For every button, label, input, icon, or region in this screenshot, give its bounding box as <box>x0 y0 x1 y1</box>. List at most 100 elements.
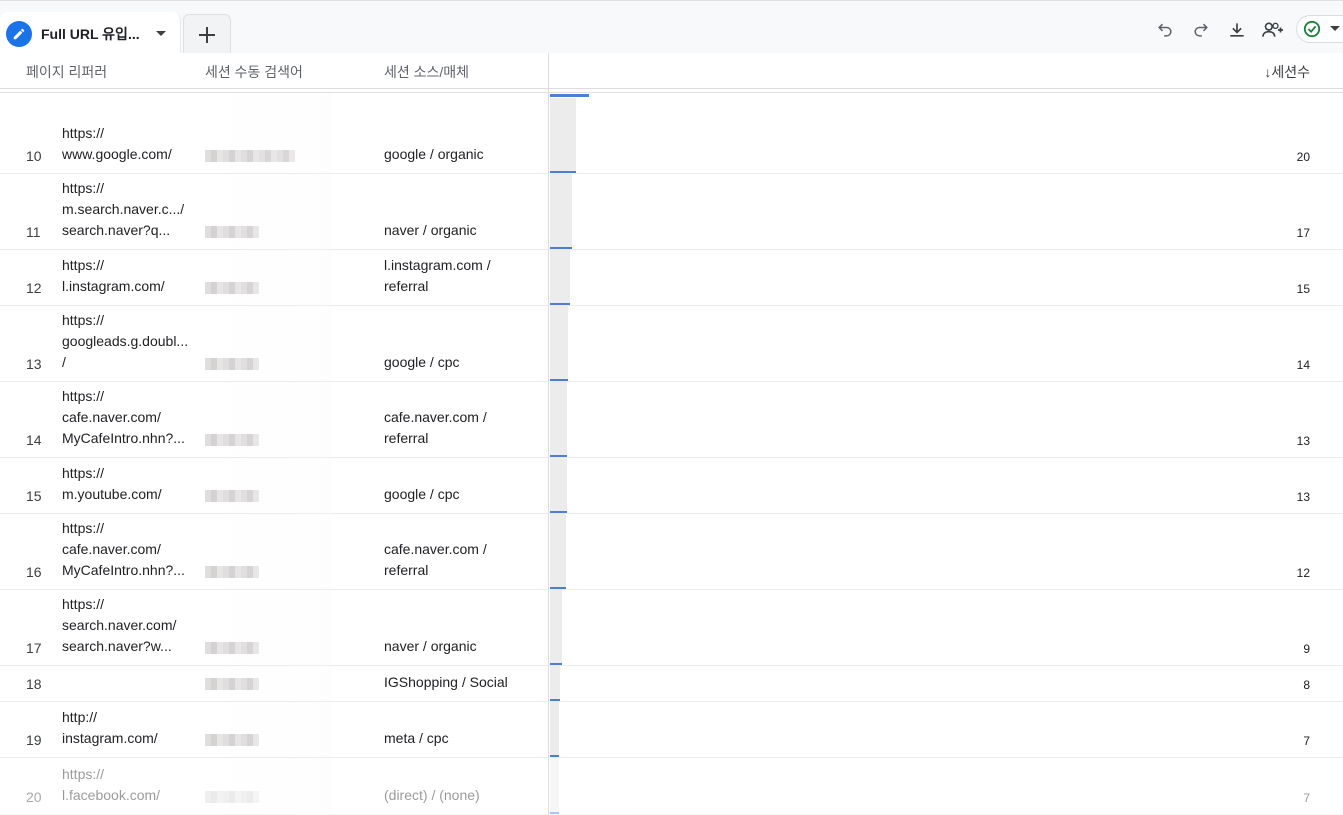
source-medium-line: google / organic <box>384 146 484 162</box>
page-referrer-cell[interactable]: https:// m.youtube.com/ <box>62 463 162 505</box>
row-number: 20 <box>26 789 42 805</box>
source-medium-line: google / cpc <box>384 486 460 502</box>
page-referrer-cell[interactable]: https:// googleads.g.doubl... / <box>62 310 188 373</box>
page-referrer-cell[interactable]: http:// instagram.com/ <box>62 707 158 749</box>
source-medium-cell[interactable]: l.instagram.com / referral <box>384 255 491 297</box>
row-number: 13 <box>26 356 42 372</box>
sessions-bar <box>550 174 572 248</box>
row-number: 18 <box>26 676 42 692</box>
column-page-referrer[interactable]: 페이지 리퍼러 <box>26 62 107 82</box>
sessions-bar <box>550 514 566 588</box>
sessions-value: 17 <box>1296 226 1310 240</box>
referrer-url-line: search.naver.com/ <box>62 617 177 633</box>
undo-icon[interactable] <box>1152 17 1178 43</box>
source-medium-cell[interactable]: IGShopping / Social <box>384 672 508 693</box>
page-referrer-cell[interactable]: https:// l.facebook.com/ <box>62 764 160 806</box>
page-referrer-cell[interactable]: https:// search.naver.com/search.naver?w.… <box>62 594 176 657</box>
header-divider <box>0 92 1343 93</box>
referrer-url-line: https:// <box>62 766 105 782</box>
sessions-bar <box>550 666 560 700</box>
source-medium-cell[interactable]: google / organic <box>384 144 484 165</box>
sessions-bar-line <box>550 755 559 757</box>
sessions-value: 15 <box>1296 282 1310 296</box>
referrer-url-line: https:// <box>62 180 105 196</box>
insights-status-button[interactable] <box>1296 15 1343 43</box>
tab-title: Full URL 유입... <box>41 26 140 42</box>
tab-full-url[interactable]: Full URL 유입... <box>0 12 181 54</box>
source-medium-cell[interactable]: cafe.naver.com / referral <box>384 539 487 581</box>
pencil-icon[interactable] <box>6 21 32 47</box>
source-medium-line: cafe.naver.com / <box>384 409 487 425</box>
table-row[interactable]: 12 https:// l.instagram.com/l.instagram.co… <box>0 250 1343 306</box>
table-row[interactable]: 17 https:// search.naver.com/search.naver?… <box>0 590 1343 666</box>
referrer-url-line: https:// <box>62 388 105 404</box>
referrer-url-line: l.facebook.com/ <box>62 787 161 803</box>
source-medium-cell[interactable]: google / cpc <box>384 484 460 505</box>
redacted-search-term <box>205 490 259 502</box>
page-referrer-cell[interactable]: https:// cafe.naver.com/MyCafeIntro.nhn?.… <box>62 386 185 449</box>
table-row[interactable]: 15 https:// m.youtube.com/google / cpc 13 <box>0 458 1343 514</box>
page-referrer-cell[interactable]: https:// l.instagram.com/ <box>62 255 165 297</box>
table-row[interactable]: 10 https:// www.google.com/google / organi… <box>0 98 1343 174</box>
sessions-bar-line <box>550 303 570 305</box>
table-row[interactable]: 14 https:// cafe.naver.com/MyCafeIntro.nhn… <box>0 382 1343 458</box>
table-row[interactable]: 13 https:// googleads.g.doubl... / google / … <box>0 306 1343 382</box>
sessions-bar-line <box>550 812 559 814</box>
referrer-url-line: search.naver?q... <box>62 222 171 238</box>
referrer-url-line: googleads.g.doubl... <box>62 333 189 349</box>
row-number: 10 <box>26 148 42 164</box>
redacted-search-term <box>205 150 295 162</box>
page-referrer-cell[interactable]: https:// m.search.naver.c.../ search.naver… <box>62 178 184 241</box>
page-referrer-cell[interactable]: https:// cafe.naver.com/MyCafeIntro.nhn?.… <box>62 518 185 581</box>
redacted-search-term <box>205 566 259 578</box>
sessions-bar <box>550 306 568 380</box>
table-row[interactable]: 11 https:// m.search.naver.c.../ search.nav… <box>0 174 1343 250</box>
referrer-url-line: https:// <box>62 465 105 481</box>
chevron-down-icon[interactable] <box>154 27 168 41</box>
source-medium-line: naver / organic <box>384 222 477 238</box>
sessions-bar-line <box>550 587 566 589</box>
table-row[interactable]: 20 https:// l.facebook.com/ (direct) / (non… <box>0 758 1343 815</box>
source-medium-line: referral <box>384 562 429 578</box>
column-search-term[interactable]: 세션 수동 검색어 <box>205 62 303 82</box>
table-row[interactable]: 18 IGShopping / Social 8 <box>0 666 1343 702</box>
check-circle-icon <box>1303 20 1321 38</box>
source-medium-cell[interactable]: google / cpc <box>384 352 460 373</box>
source-medium-cell[interactable]: naver / organic <box>384 636 477 657</box>
sessions-bar-line <box>550 171 576 173</box>
column-sessions-sorted[interactable]: ↓세션수 <box>1264 62 1310 82</box>
column-source-medium[interactable]: 세션 소스/매체 <box>384 62 469 82</box>
row-number: 17 <box>26 640 42 656</box>
sessions-bar <box>550 250 570 304</box>
source-medium-cell[interactable]: naver / organic <box>384 220 477 241</box>
sessions-bar-line <box>550 455 567 457</box>
sessions-value: 12 <box>1296 566 1310 580</box>
redacted-search-term <box>205 678 259 690</box>
referrer-url-line: http:// <box>62 709 98 725</box>
sessions-value: 8 <box>1303 678 1310 692</box>
redacted-search-term <box>205 734 259 746</box>
chevron-down-icon <box>1330 26 1340 31</box>
source-medium-cell[interactable]: cafe.naver.com / referral <box>384 407 487 449</box>
share-user-icon[interactable] <box>1260 17 1286 43</box>
source-medium-line: meta / cpc <box>384 730 449 746</box>
table-row[interactable]: 19 http:// instagram.com/meta / cpc 7 <box>0 702 1343 758</box>
row-number: 11 <box>26 224 41 240</box>
row-number: 16 <box>26 564 42 580</box>
source-medium-cell[interactable]: (direct) / (none) <box>384 785 480 806</box>
page-referrer-cell[interactable]: https:// www.google.com/ <box>62 123 172 165</box>
add-tab-button[interactable] <box>183 14 231 54</box>
sessions-bar <box>550 590 562 664</box>
source-medium-cell[interactable]: meta / cpc <box>384 728 449 749</box>
sessions-value: 13 <box>1296 490 1310 504</box>
redacted-search-term <box>205 434 259 446</box>
source-medium-line: referral <box>384 430 429 446</box>
download-icon[interactable] <box>1224 17 1250 43</box>
sessions-value: 7 <box>1303 791 1310 805</box>
table-row[interactable]: 16 https:// cafe.naver.com/MyCafeIntro.nhn… <box>0 514 1343 590</box>
referrer-url-line: https:// <box>62 257 105 273</box>
source-medium-line: cafe.naver.com / <box>384 541 487 557</box>
referrer-url-line: m.youtube.com/ <box>62 486 162 502</box>
referrer-url-line: m.search.naver.c.../ <box>62 201 185 217</box>
redo-icon[interactable] <box>1188 17 1214 43</box>
